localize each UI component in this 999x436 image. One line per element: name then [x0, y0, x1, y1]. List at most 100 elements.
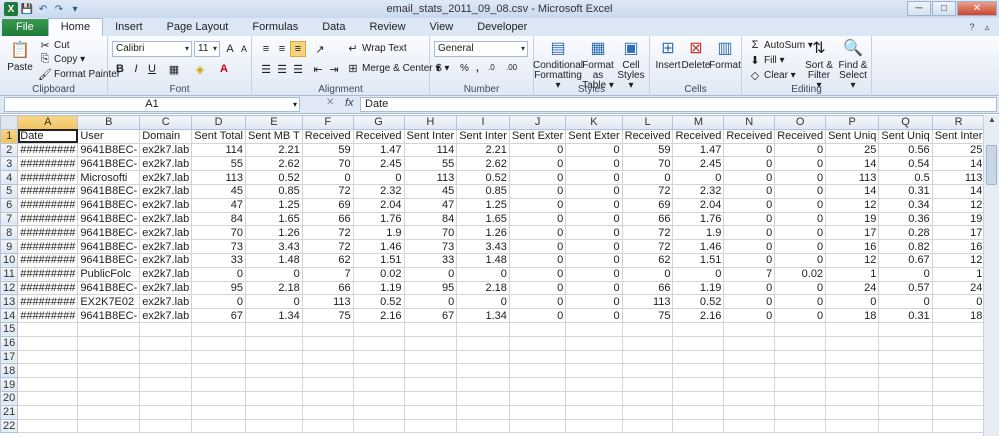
cell[interactable]: 75 — [301, 308, 354, 323]
cell[interactable]: 1.76 — [352, 211, 405, 227]
redo-icon[interactable]: ↷ — [52, 2, 66, 16]
cell[interactable] — [878, 390, 933, 406]
cell[interactable]: 0 — [774, 280, 827, 296]
cell[interactable] — [825, 363, 880, 379]
cell[interactable]: 7 — [723, 266, 776, 282]
cell[interactable] — [621, 404, 674, 420]
fill-color-icon[interactable]: ◈ — [192, 61, 208, 77]
cell[interactable]: ex2k7.lab — [139, 280, 193, 296]
cell[interactable]: 0 — [508, 225, 567, 241]
cell[interactable]: 0 — [878, 266, 933, 282]
cell[interactable]: ######### — [17, 211, 79, 227]
cell[interactable]: ######### — [17, 280, 79, 296]
cell[interactable]: 3.43 — [245, 239, 303, 254]
cell[interactable] — [621, 321, 674, 337]
delete-cells-button[interactable]: ⊠ Delete — [682, 38, 711, 71]
cell[interactable]: 1.26 — [245, 225, 303, 241]
cell[interactable]: 0.82 — [878, 239, 933, 254]
undo-icon[interactable]: ↶ — [36, 2, 50, 16]
cell[interactable]: 45 — [191, 183, 247, 199]
cell[interactable] — [301, 363, 354, 379]
cell[interactable]: 0 — [301, 170, 354, 185]
cell[interactable] — [456, 377, 510, 392]
percent-button[interactable]: % — [460, 63, 469, 74]
cell[interactable] — [191, 335, 247, 351]
cell[interactable] — [774, 390, 827, 406]
cell[interactable]: 59 — [301, 142, 354, 158]
cell[interactable]: 18 — [931, 308, 986, 323]
tab-view[interactable]: View — [418, 19, 466, 36]
row-header[interactable]: 15 — [0, 321, 19, 337]
wrap-text-button[interactable]: ↵ Wrap Text — [346, 41, 406, 55]
cell[interactable] — [139, 404, 193, 420]
cell[interactable] — [456, 404, 510, 420]
cell[interactable] — [508, 390, 567, 406]
cell[interactable] — [825, 349, 880, 365]
cell[interactable] — [17, 404, 79, 420]
cell[interactable] — [403, 363, 458, 379]
cell[interactable]: ex2k7.lab — [139, 294, 193, 310]
cell[interactable]: 1.9 — [672, 225, 725, 241]
cell[interactable]: 69 — [301, 197, 354, 213]
cell[interactable]: 17 — [931, 225, 986, 241]
cell[interactable] — [774, 349, 827, 365]
cell[interactable]: 0 — [621, 266, 674, 282]
row-header[interactable]: 10 — [0, 252, 19, 268]
cell[interactable] — [191, 418, 247, 434]
cell[interactable]: 33 — [191, 252, 247, 268]
cell[interactable] — [508, 349, 567, 365]
cell[interactable]: 113 — [301, 294, 354, 310]
cell[interactable] — [565, 335, 623, 351]
cell[interactable]: 25 — [825, 142, 880, 158]
fill-button[interactable]: ⬇ Fill ▾ — [748, 53, 784, 67]
cell[interactable]: 0 — [565, 239, 623, 254]
cell[interactable]: Received — [672, 128, 725, 144]
cell[interactable] — [565, 321, 623, 337]
cell[interactable] — [931, 363, 986, 379]
column-header[interactable]: H — [403, 115, 458, 130]
cell[interactable]: 14 — [931, 156, 986, 172]
row-header[interactable]: 22 — [0, 418, 19, 434]
cell[interactable]: ######### — [17, 156, 79, 172]
row-header[interactable]: 2 — [0, 142, 19, 158]
clear-button[interactable]: ◇ Clear ▾ — [748, 68, 796, 82]
cell[interactable] — [774, 335, 827, 351]
cell[interactable]: Received — [774, 128, 827, 144]
cell[interactable]: 0 — [931, 294, 986, 310]
cell[interactable] — [77, 418, 141, 434]
cell[interactable] — [17, 377, 79, 392]
cell[interactable]: 70 — [301, 156, 354, 172]
cell[interactable] — [825, 404, 880, 420]
cell[interactable] — [245, 377, 303, 392]
cell[interactable]: 113 — [191, 170, 247, 185]
cell[interactable]: Received — [723, 128, 776, 144]
cell[interactable]: 1.51 — [672, 252, 725, 268]
cell[interactable]: ex2k7.lab — [139, 183, 193, 199]
cell[interactable] — [508, 404, 567, 420]
cell[interactable] — [352, 363, 405, 379]
cell[interactable]: 0 — [565, 183, 623, 199]
cell[interactable] — [508, 335, 567, 351]
cell[interactable] — [456, 335, 510, 351]
cell[interactable] — [621, 377, 674, 392]
cell[interactable]: 0 — [723, 280, 776, 296]
increase-decimal-button[interactable]: .0 — [488, 63, 495, 72]
currency-button[interactable]: $ ▾ — [436, 63, 449, 74]
cell[interactable] — [352, 335, 405, 351]
cell[interactable] — [565, 349, 623, 365]
column-header[interactable]: R — [931, 115, 986, 130]
cell[interactable]: 0 — [508, 294, 567, 310]
cell[interactable]: 72 — [621, 183, 674, 199]
cell[interactable]: Sent Inter — [456, 128, 510, 144]
cell[interactable] — [301, 321, 354, 337]
cell[interactable]: ex2k7.lab — [139, 156, 193, 172]
cell[interactable]: 14 — [931, 183, 986, 199]
align-right-icon[interactable]: ☰ — [290, 61, 306, 77]
column-header[interactable]: Q — [878, 115, 933, 130]
tab-file[interactable]: File — [2, 19, 48, 36]
cell[interactable]: 0.67 — [878, 252, 933, 268]
cell[interactable] — [77, 321, 141, 337]
cell[interactable] — [774, 377, 827, 392]
cell[interactable]: 0 — [774, 239, 827, 254]
cell[interactable]: 0 — [723, 170, 776, 185]
